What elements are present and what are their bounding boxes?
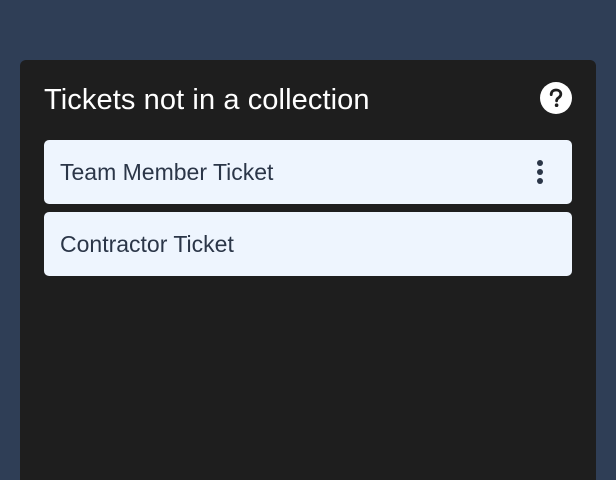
panel-title: Tickets not in a collection	[44, 84, 370, 116]
ticket-item-contractor[interactable]: Contractor Ticket	[44, 212, 572, 276]
tickets-panel: Tickets not in a collection Team Member …	[20, 60, 596, 480]
help-button[interactable]	[540, 82, 572, 114]
ticket-list: Team Member Ticket Contractor Ticket	[44, 140, 572, 284]
ticket-label: Team Member Ticket	[60, 159, 274, 185]
question-mark-circle-icon	[549, 88, 563, 107]
ticket-item-team-member[interactable]: Team Member Ticket	[44, 140, 572, 204]
ticket-menu-button[interactable]	[528, 156, 552, 188]
ticket-label: Contractor Ticket	[60, 231, 234, 257]
more-vertical-icon	[537, 160, 543, 184]
